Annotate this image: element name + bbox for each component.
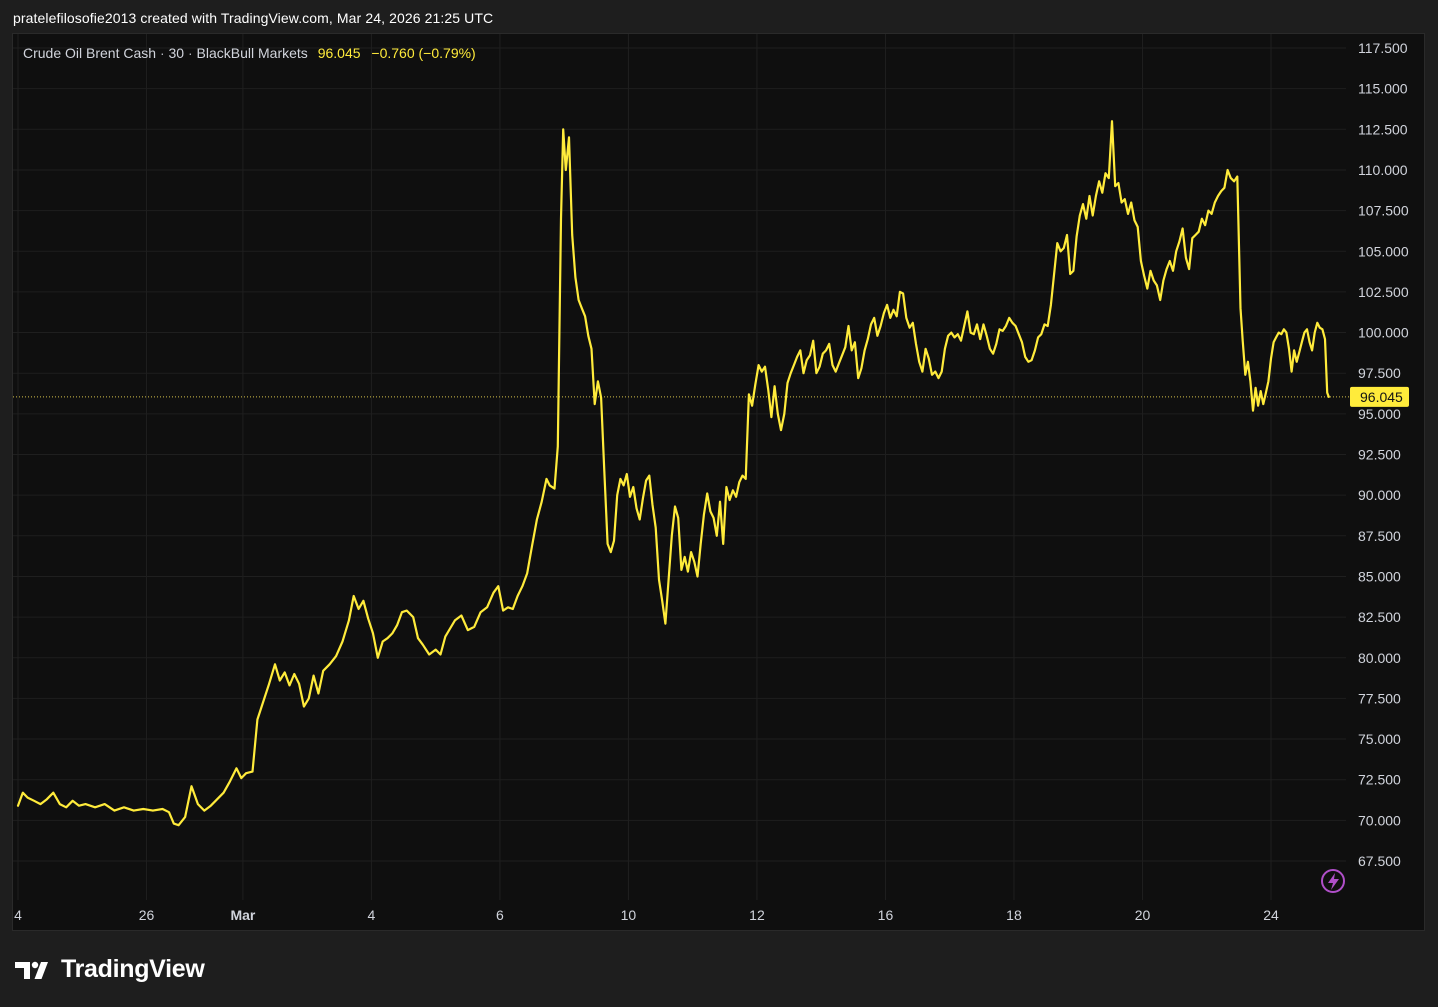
legend-broker: BlackBull Markets [196, 45, 308, 61]
lightning-icon-bolt [1328, 873, 1339, 890]
tradingview-logo-text: TradingView [61, 955, 205, 983]
x-tick-label: 10 [621, 907, 637, 923]
x-tick-label: 16 [878, 907, 894, 923]
y-tick-label: 92.500 [1358, 447, 1401, 463]
y-tick-label: 112.500 [1358, 121, 1408, 137]
y-tick-label: 82.500 [1358, 609, 1401, 625]
y-tick-label: 70.000 [1358, 812, 1401, 828]
y-tick-label: 115.000 [1358, 81, 1408, 97]
chart-panel[interactable]: Crude Oil Brent Cash · 30 · BlackBull Ma… [12, 33, 1425, 931]
x-tick-label: Mar [230, 907, 255, 923]
y-tick-label: 100.000 [1358, 325, 1409, 341]
y-tick-label: 95.000 [1358, 406, 1401, 422]
attribution-header: pratelefilosofie2013 created with Tradin… [13, 10, 494, 26]
y-tick-label: 107.500 [1358, 203, 1409, 219]
price-series-line[interactable] [16, 120, 1330, 827]
x-tick-label: 26 [139, 907, 155, 923]
legend-change: −0.760 (−0.79%) [371, 45, 476, 61]
y-tick-label: 85.000 [1358, 568, 1401, 584]
page: pratelefilosofie2013 created with Tradin… [0, 0, 1438, 1007]
legend-symbol[interactable]: Crude Oil Brent Cash [23, 45, 156, 61]
tradingview-logo-icon [15, 961, 48, 979]
y-tick-label: 110.000 [1358, 162, 1408, 178]
x-tick-label: 4 [368, 907, 376, 923]
x-tick-label: 20 [1135, 907, 1151, 923]
legend-separator: · [187, 45, 197, 61]
x-tick-label: 18 [1006, 907, 1022, 923]
legend-price: 96.045 [317, 45, 361, 61]
y-tick-label: 117.500 [1358, 40, 1408, 56]
x-tick-label: 4 [14, 907, 22, 923]
y-tick-label: 102.500 [1358, 284, 1409, 300]
last-price-label: 96.045 [1360, 389, 1403, 405]
y-tick-label: 77.500 [1358, 690, 1401, 706]
y-tick-label: 75.000 [1358, 731, 1401, 747]
x-tick-label: 24 [1263, 907, 1279, 923]
y-tick-label: 67.500 [1358, 853, 1401, 869]
y-tick-label: 97.500 [1358, 365, 1401, 381]
y-tick-label: 80.000 [1358, 650, 1401, 666]
symbol-legend[interactable]: Crude Oil Brent Cash · 30 · BlackBull Ma… [23, 45, 476, 61]
legend-interval: 30 [168, 45, 185, 61]
y-tick-label: 105.000 [1358, 243, 1409, 259]
y-tick-label: 72.500 [1358, 772, 1401, 788]
x-tick-label: 6 [496, 907, 504, 923]
legend-separator: · [159, 45, 169, 61]
y-tick-label: 87.500 [1358, 528, 1401, 544]
x-tick-label: 12 [749, 907, 765, 923]
price-chart[interactable]: 117.500 115.000 112.500 110.000 107.500 105.0… [13, 34, 1424, 930]
tradingview-logo[interactable]: TradingView [15, 955, 205, 984]
y-tick-label: 90.000 [1358, 487, 1401, 503]
